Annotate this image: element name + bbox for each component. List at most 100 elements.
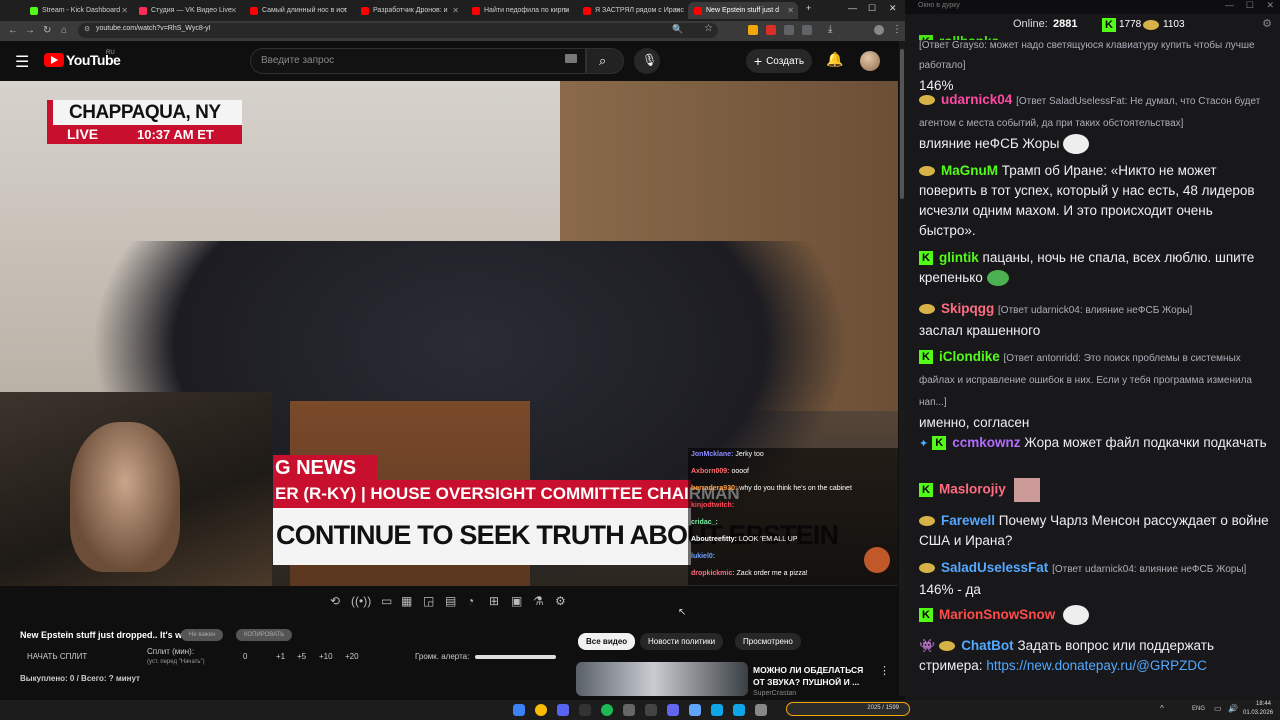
forward-icon[interactable]: →	[25, 25, 35, 36]
app-icon[interactable]	[667, 704, 679, 716]
discord-icon[interactable]	[557, 704, 569, 716]
filter-watched[interactable]: Просмотрено	[735, 633, 801, 650]
theater-icon[interactable]: ▤	[445, 594, 456, 608]
extension-icon[interactable]	[784, 25, 794, 35]
filter-all-videos[interactable]: Все видео	[578, 633, 636, 650]
close-icon[interactable]: ✕	[452, 6, 459, 15]
site-info-icon[interactable]: ⚙	[84, 25, 90, 33]
telegram-icon[interactable]	[689, 704, 701, 716]
minimize-icon[interactable]: —	[1225, 0, 1234, 10]
app-icon[interactable]	[733, 704, 745, 716]
media-widget[interactable]: 2025 / 1599	[786, 702, 910, 716]
maximize-icon[interactable]: ☐	[1246, 0, 1254, 11]
search-icon[interactable]: 🔍	[672, 24, 683, 35]
close-icon[interactable]: ✕	[674, 6, 681, 15]
language-indicator[interactable]: ENG	[1192, 706, 1205, 712]
filter-politics-news[interactable]: Новости политики	[640, 633, 724, 650]
tab-find-brick[interactable]: Найти педофила по кирпи ✕	[466, 2, 574, 19]
screenshot-icon[interactable]: ▣	[511, 594, 522, 608]
tab-vk-studio[interactable]: Студия — VK Видео Live ✕	[133, 2, 241, 19]
split-plus-20[interactable]: +20	[345, 652, 359, 661]
clock-time[interactable]: 18:44	[1256, 701, 1271, 707]
youtube-logo-icon[interactable]	[44, 53, 64, 67]
tab-stuck-iran[interactable]: Я ЗАСТРЯЛ рядом с Иранс ✕	[577, 2, 685, 19]
reload-icon[interactable]: ↻	[43, 25, 51, 36]
split-plus-10[interactable]: +10	[319, 652, 333, 661]
reco-thumbnail[interactable]	[576, 662, 748, 696]
bookmark-star-icon[interactable]: ☆	[704, 23, 713, 34]
other-viewers: 1103	[1163, 19, 1185, 30]
app-icon[interactable]	[623, 704, 635, 716]
app-icon[interactable]	[755, 704, 767, 716]
reco-channel[interactable]: SuperCrastan	[753, 690, 796, 697]
app-icon[interactable]	[645, 704, 657, 716]
spotify-icon[interactable]	[601, 704, 613, 716]
close-window-icon[interactable]: ✕	[889, 3, 897, 14]
tab-kick-dashboard[interactable]: Stream - Kick Dashboard ✕	[24, 2, 132, 19]
keyboard-icon[interactable]	[565, 54, 577, 63]
tab-drone-dev[interactable]: Разработчик Дронов: и ✕	[355, 2, 463, 19]
close-icon[interactable]: ✕	[341, 6, 348, 15]
new-tab-icon[interactable]: +	[806, 3, 811, 13]
split-value-0[interactable]: 0	[243, 652, 247, 661]
network-icon[interactable]: ▭	[1214, 704, 1222, 713]
extension-icon[interactable]	[766, 25, 776, 35]
notifications-bell-icon[interactable]: 🔔	[826, 51, 843, 68]
extension-icon[interactable]	[748, 25, 758, 35]
home-icon[interactable]: ⌂	[61, 25, 67, 36]
hamburger-menu-icon[interactable]: ☰	[15, 52, 29, 72]
minimize-icon[interactable]: —	[848, 3, 857, 13]
browser-tab-bar: Stream - Kick Dashboard ✕ Студия — VK Вид…	[0, 0, 905, 21]
reco-title[interactable]: МОЖНО ЛИ ОБДЕЛАТЬСЯ ОТ ЗВУКА? ПУШНОЙ И .…	[753, 664, 873, 688]
url-text[interactable]: youtube.com/watch?v=RhS_Wyc8-yI	[96, 25, 211, 32]
alert-volume-slider[interactable]	[475, 655, 556, 659]
extensions-puzzle-icon[interactable]	[802, 25, 812, 35]
clip-icon[interactable]: ▦	[401, 594, 412, 608]
create-button[interactable]: + Создать	[746, 49, 812, 73]
online-label: Online:	[1013, 18, 1048, 30]
hide-button[interactable]: Не важен	[181, 629, 224, 641]
loop-icon[interactable]: ⟲	[330, 594, 340, 608]
menu-dots-icon[interactable]: ⋮	[892, 24, 902, 35]
split-plus-5[interactable]: +5	[297, 652, 306, 661]
more-options-icon[interactable]: ⋮	[879, 664, 890, 677]
close-window-icon[interactable]: ✕	[1266, 0, 1274, 11]
obs-icon[interactable]	[579, 704, 591, 716]
mouse-cursor-icon: ↖	[678, 607, 687, 618]
start-split-button[interactable]: НАЧАТЬ СПЛИТ	[27, 652, 87, 661]
emote-icon	[1063, 134, 1090, 155]
miniplayer-icon[interactable]: ◲	[423, 594, 434, 608]
lab-icon[interactable]: ⚗	[533, 594, 544, 608]
donate-link[interactable]: https://new.donatepay.ru/@GRPZDC	[986, 658, 1207, 673]
search-button[interactable]: ⌕	[586, 48, 624, 74]
back-icon[interactable]: ←	[8, 25, 18, 36]
clock-date[interactable]: 01.03.2026	[1243, 710, 1273, 716]
close-icon[interactable]: ✕	[563, 6, 570, 15]
tab-long-nose[interactable]: Самый длинный нос в ист ✕	[244, 2, 352, 19]
settings-gear-icon[interactable]: ⚙	[555, 594, 566, 608]
download-icon[interactable]: ⤓	[828, 24, 832, 35]
tray-chevron-icon[interactable]: ^	[1160, 704, 1164, 713]
split-plus-1[interactable]: +1	[276, 652, 285, 661]
avatar[interactable]	[860, 51, 880, 71]
tab-epstein-active[interactable]: New Epstein stuff just d ✕	[688, 2, 798, 19]
settings-gear-icon[interactable]: ⚙	[1262, 17, 1272, 30]
maximize-icon[interactable]: ☐	[868, 3, 876, 14]
broadcast-icon[interactable]: ((•))	[351, 594, 371, 608]
speed-icon[interactable]: ◔	[467, 594, 474, 608]
subtitles-icon[interactable]: ▭	[381, 594, 392, 608]
volume-icon[interactable]: 🔊	[1228, 704, 1238, 713]
search-input[interactable]: Введите запрос	[250, 48, 586, 74]
add-icon[interactable]: ⊞	[489, 594, 499, 608]
voice-search-button[interactable]: 🎙	[634, 48, 660, 74]
close-icon[interactable]: ✕	[230, 6, 237, 15]
platform-icon	[1143, 20, 1159, 30]
copy-button[interactable]: КОПИРОВАТЬ	[236, 629, 293, 641]
profile-icon[interactable]	[874, 25, 884, 35]
close-icon[interactable]: ✕	[787, 6, 794, 15]
chrome-icon[interactable]	[535, 704, 547, 716]
close-icon[interactable]: ✕	[121, 6, 128, 15]
start-menu-icon[interactable]	[513, 704, 525, 716]
app-icon[interactable]	[711, 704, 723, 716]
nut-badge-icon	[939, 641, 956, 652]
